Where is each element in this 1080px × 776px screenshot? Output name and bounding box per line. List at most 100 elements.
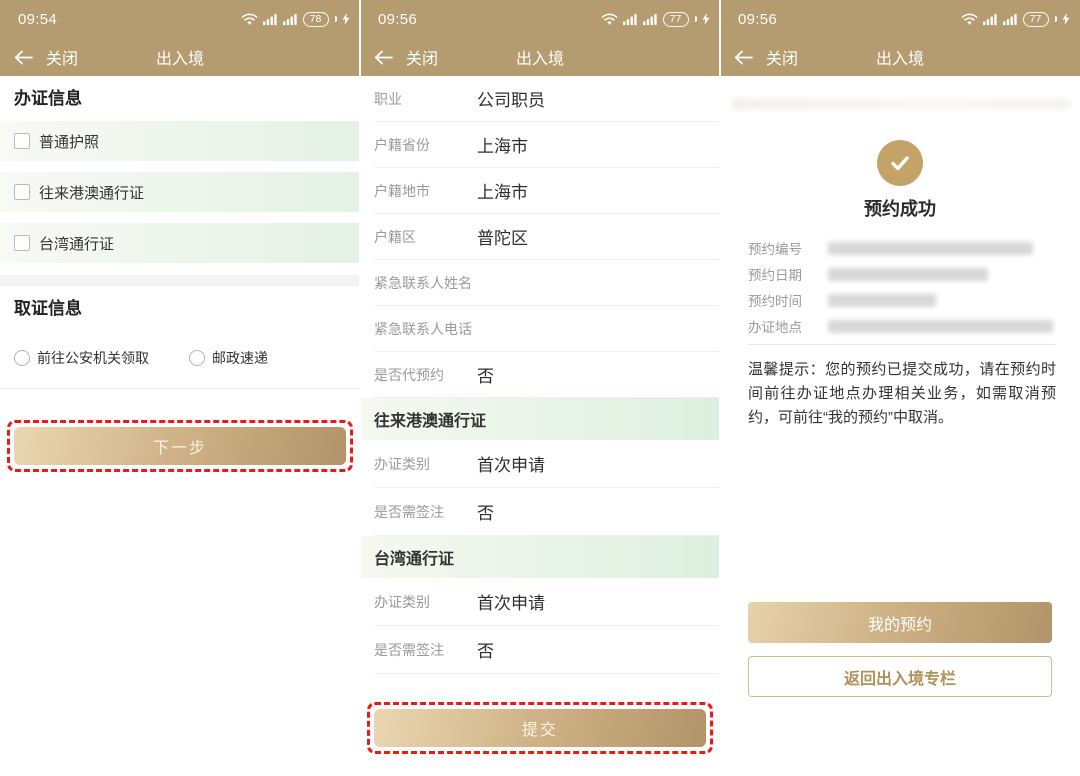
field-value: 上海市	[477, 178, 528, 203]
battery-saver-icon	[342, 13, 350, 25]
checkbox-row-passport[interactable]: 普通护照	[0, 121, 360, 161]
status-icons: 77	[601, 12, 711, 27]
field-label: 办证类别	[374, 454, 477, 474]
checkbox-icon[interactable]	[14, 133, 30, 149]
checkbox-row-taiwan-permit[interactable]: 台湾通行证	[0, 223, 360, 263]
field-label: 户籍区	[374, 227, 477, 247]
signal-icon	[623, 13, 638, 26]
taiwan-group: 办证类别 首次申请 是否需签注 否	[360, 578, 720, 674]
signal-icon	[643, 13, 658, 26]
form-row-province[interactable]: 户籍省份 上海市	[374, 122, 720, 168]
submit-button[interactable]: 提交	[374, 709, 706, 747]
back-button[interactable]: 关闭	[14, 45, 78, 69]
battery-nub	[1055, 16, 1058, 22]
checkbox-icon[interactable]	[14, 235, 30, 251]
status-icons: 77	[961, 12, 1071, 27]
form-row-endorsement[interactable]: 是否需签注 否	[374, 626, 720, 674]
section-divider-band	[0, 275, 360, 286]
status-bar: 09:56 77	[720, 0, 1080, 38]
back-button[interactable]: 关闭	[374, 45, 438, 69]
form-row-emergency-name[interactable]: 紧急联系人姓名	[374, 260, 720, 306]
radio-icon[interactable]	[14, 350, 30, 366]
field-value: 公司职员	[477, 86, 545, 111]
checkbox-row-hk-macau-permit[interactable]: 往来港澳通行证	[0, 172, 360, 212]
battery-saver-icon	[1062, 13, 1070, 25]
radio-option-postal-delivery[interactable]: 邮政速递	[189, 348, 268, 368]
wifi-icon	[601, 13, 618, 26]
status-icons: 78	[241, 12, 351, 27]
field-label: 紧急联系人电话	[374, 319, 477, 339]
booking-details: 预约编号 预约日期 预约时间 办证地点	[748, 235, 1058, 339]
signal-icon	[983, 13, 998, 26]
divider-line	[0, 388, 360, 389]
form-row-endorsement[interactable]: 是否需签注 否	[374, 488, 720, 536]
field-label: 户籍省份	[374, 135, 477, 155]
close-label: 关闭	[46, 45, 78, 69]
redacted-text-strip	[732, 99, 1070, 109]
status-time: 09:54	[18, 11, 57, 28]
detail-label: 预约日期	[748, 264, 828, 284]
battery-percent: 77	[670, 14, 682, 25]
success-check-icon	[877, 140, 923, 186]
field-label: 是否代预约	[374, 365, 477, 385]
screen-form-review: 09:56 77 关闭 出入境 职业 公司职员 户籍省份 上海	[360, 0, 720, 776]
form-row-proxy-booking[interactable]: 是否代预约 否	[374, 352, 720, 398]
back-button[interactable]: 关闭	[734, 45, 798, 69]
annotation-highlight-box: 提交	[367, 702, 713, 754]
checkbox-label: 普通护照	[39, 131, 99, 152]
radio-label: 邮政速递	[212, 348, 268, 368]
detail-label: 预约时间	[748, 290, 828, 310]
wifi-icon	[961, 13, 978, 26]
field-value: 首次申请	[477, 451, 545, 476]
battery-saver-icon	[702, 13, 710, 25]
form-row-occupation[interactable]: 职业 公司职员	[374, 76, 720, 122]
hk-macau-group: 办证类别 首次申请 是否需签注 否	[360, 440, 720, 536]
detail-row-booking-number: 预约编号	[748, 235, 1058, 261]
field-label: 办证类别	[374, 592, 477, 612]
return-to-column-button[interactable]: 返回出入境专栏	[748, 656, 1052, 697]
status-bar: 09:56 77	[360, 0, 720, 38]
section-header-hk-macau: 往来港澳通行证	[360, 398, 720, 440]
redacted-value	[828, 242, 1033, 255]
field-label: 户籍地市	[374, 181, 477, 201]
screen-separator	[719, 0, 721, 776]
form-row-application-type[interactable]: 办证类别 首次申请	[374, 578, 720, 626]
screen-booking-success: 09:56 77 关闭 出入境 预约成功 预约编号	[720, 0, 1080, 776]
detail-label: 预约编号	[748, 238, 828, 258]
checkbox-label: 台湾通行证	[39, 233, 114, 254]
detail-row-booking-date: 预约日期	[748, 261, 1058, 287]
signal-icon	[283, 13, 298, 26]
form-row-district[interactable]: 户籍区 普陀区	[374, 214, 720, 260]
back-arrow-icon	[14, 50, 33, 65]
nav-bar: 关闭 出入境	[720, 38, 1080, 76]
battery-icon: 77	[1023, 12, 1049, 27]
field-value: 否	[477, 362, 494, 387]
section-title-pickup: 取证信息	[14, 297, 346, 321]
detail-label: 办证地点	[748, 316, 828, 336]
battery-icon: 77	[663, 12, 689, 27]
field-value: 普陀区	[477, 224, 528, 249]
redacted-value	[828, 268, 988, 281]
form-row-emergency-phone[interactable]: 紧急联系人电话	[374, 306, 720, 352]
nav-bar: 关闭 出入境	[0, 38, 360, 76]
redacted-value	[828, 294, 936, 307]
checkbox-icon[interactable]	[14, 184, 30, 200]
battery-percent: 78	[310, 14, 322, 25]
radio-option-police-pickup[interactable]: 前往公安机关领取	[14, 348, 149, 368]
status-time: 09:56	[738, 11, 777, 28]
battery-icon: 78	[303, 12, 329, 27]
signal-icon	[263, 13, 278, 26]
my-bookings-button[interactable]: 我的预约	[748, 602, 1052, 643]
battery-nub	[695, 16, 698, 22]
radio-icon[interactable]	[189, 350, 205, 366]
form-row-city[interactable]: 户籍地市 上海市	[374, 168, 720, 214]
personal-info-group: 职业 公司职员 户籍省份 上海市 户籍地市 上海市 户籍区 普陀区 紧急联系人姓…	[360, 76, 720, 398]
battery-percent: 77	[1030, 14, 1042, 25]
status-time: 09:56	[378, 11, 417, 28]
signal-icon	[1003, 13, 1018, 26]
field-value: 首次申请	[477, 589, 545, 614]
next-step-button[interactable]: 下一步	[14, 427, 346, 465]
triple-screenshot-canvas: 09:54 78 关闭 出入境 办证信息 普通护照 往来港澳通行证	[0, 0, 1080, 776]
detail-row-booking-time: 预约时间	[748, 287, 1058, 313]
form-row-application-type[interactable]: 办证类别 首次申请	[374, 440, 720, 488]
